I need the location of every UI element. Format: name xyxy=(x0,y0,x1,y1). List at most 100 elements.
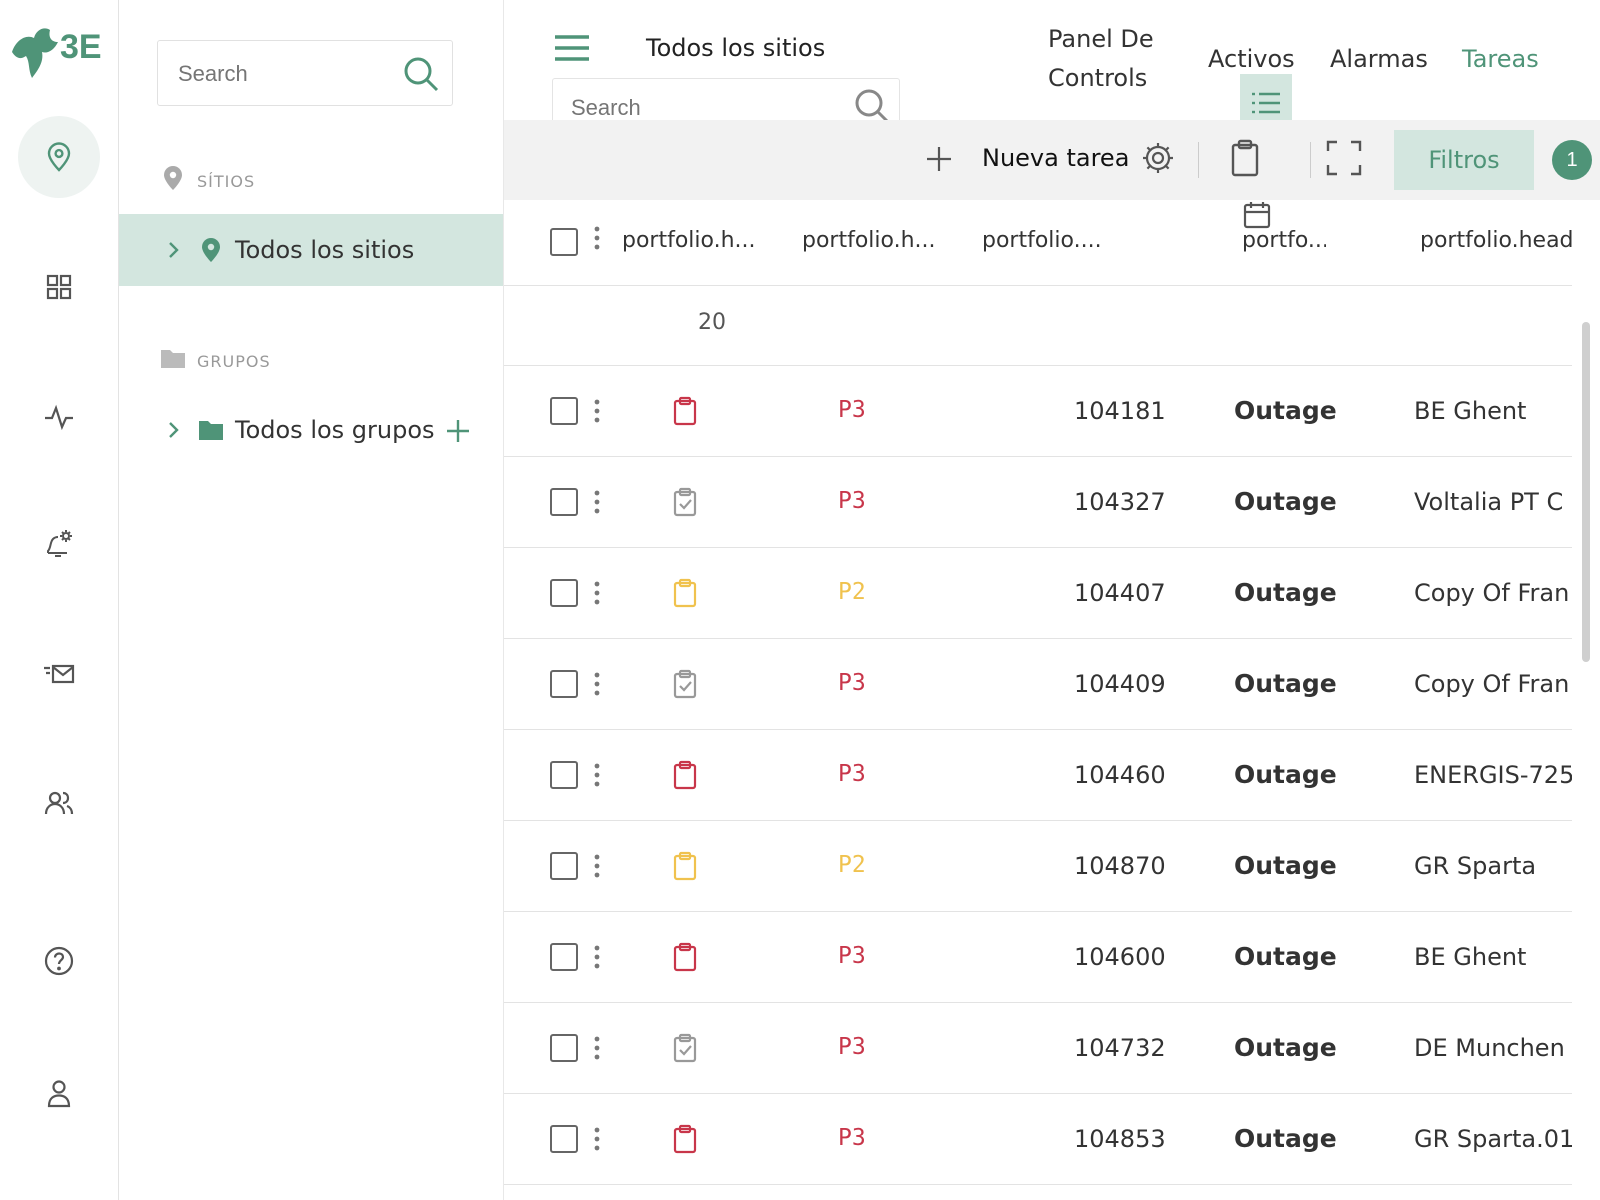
task-id-link[interactable]: 104732 xyxy=(1074,1034,1166,1062)
chevron-right-icon[interactable] xyxy=(163,420,183,440)
tree-search-input[interactable] xyxy=(176,57,400,91)
table-row[interactable]: P2 104870 Outage GR Sparta xyxy=(504,821,1572,912)
mail-icon[interactable] xyxy=(18,632,100,714)
row-checkbox[interactable] xyxy=(550,1034,578,1062)
help-icon[interactable] xyxy=(18,920,100,1002)
site-name-link[interactable]: Voltalia PT C xyxy=(1414,488,1572,516)
row-checkbox[interactable] xyxy=(550,943,578,971)
task-type: Outage xyxy=(1234,578,1337,607)
kebab-menu-icon[interactable] xyxy=(593,226,601,250)
site-name-link[interactable]: GR Sparta.01 xyxy=(1414,1125,1572,1153)
tree-search-box xyxy=(157,40,453,106)
task-id-link[interactable]: 104460 xyxy=(1074,761,1166,789)
kebab-menu-icon[interactable] xyxy=(593,581,601,605)
add-group-icon[interactable] xyxy=(445,418,471,444)
site-name-link[interactable]: BE Ghent xyxy=(1414,943,1572,971)
tree-item-all-sites[interactable]: Todos los sitios xyxy=(119,214,503,286)
column-header[interactable]: portfolio.... xyxy=(982,228,1108,253)
row-checkbox[interactable] xyxy=(550,761,578,789)
column-header[interactable]: portfolio.h... xyxy=(622,228,768,253)
table-row[interactable]: P3 104460 Outage ENERGIS-725 xyxy=(504,730,1572,821)
kebab-menu-icon[interactable] xyxy=(593,1127,601,1151)
row-checkbox[interactable] xyxy=(550,852,578,880)
kebab-menu-icon[interactable] xyxy=(593,1036,601,1060)
priority-label: P2 xyxy=(838,852,866,878)
table-row[interactable]: P3 104600 Outage BE Ghent xyxy=(504,912,1572,1003)
site-name-link[interactable]: DE Munchen xyxy=(1414,1034,1572,1062)
table-row[interactable]: P3 104409 Outage Copy Of Fran xyxy=(504,639,1572,730)
tab-dashboard-label: Controls xyxy=(1048,64,1148,92)
kebab-menu-icon[interactable] xyxy=(593,672,601,696)
tab-dashboard[interactable]: Panel De Controls xyxy=(1048,20,1154,98)
site-name-link[interactable]: Copy Of Fran xyxy=(1414,670,1572,698)
task-type: Outage xyxy=(1234,669,1337,698)
task-id-link[interactable]: 104181 xyxy=(1074,397,1166,425)
row-checkbox[interactable] xyxy=(550,488,578,516)
table-row[interactable]: P3 104853 Outage GR Sparta.01 xyxy=(504,1094,1572,1185)
users-icon[interactable] xyxy=(18,762,100,844)
task-id-link[interactable]: 104327 xyxy=(1074,488,1166,516)
priority-label: P3 xyxy=(838,761,866,787)
search-icon[interactable] xyxy=(402,55,440,93)
task-id-link[interactable]: 104407 xyxy=(1074,579,1166,607)
vertical-scrollbar[interactable] xyxy=(1582,322,1590,662)
menu-icon[interactable] xyxy=(552,30,592,66)
divider xyxy=(1310,142,1311,178)
priority-label: P3 xyxy=(838,943,866,969)
row-checkbox[interactable] xyxy=(550,579,578,607)
tab-alarms[interactable]: Alarmas xyxy=(1330,40,1428,79)
clipboard-icon xyxy=(672,760,698,795)
site-name-link[interactable]: GR Sparta xyxy=(1414,852,1572,880)
table-row[interactable]: P3 104327 Outage Voltalia PT C xyxy=(504,457,1572,548)
task-id-link[interactable]: 104409 xyxy=(1074,670,1166,698)
divider xyxy=(1198,142,1199,178)
breadcrumb[interactable]: Todos los sitios xyxy=(646,34,825,62)
clipboard-icon[interactable] xyxy=(1228,138,1262,178)
row-checkbox[interactable] xyxy=(550,1125,578,1153)
bell-gear-icon[interactable] xyxy=(18,502,100,584)
table-row[interactable]: P3 104181 Outage BE Ghent xyxy=(504,366,1572,457)
kebab-menu-icon[interactable] xyxy=(593,399,601,423)
calendar-icon[interactable] xyxy=(1242,200,1272,230)
row-checkbox[interactable] xyxy=(550,670,578,698)
column-header[interactable]: portfo... xyxy=(1242,228,1326,253)
filters-button[interactable]: Filtros xyxy=(1394,130,1534,190)
task-id-link[interactable]: 104853 xyxy=(1074,1125,1166,1153)
grid-icon[interactable] xyxy=(18,246,100,328)
svg-text:3E: 3E xyxy=(60,28,102,66)
site-name-link[interactable]: BE Ghent xyxy=(1414,397,1572,425)
task-id-link[interactable]: 104870 xyxy=(1074,852,1166,880)
clipboard-check-icon xyxy=(672,669,698,704)
row-checkbox[interactable] xyxy=(550,397,578,425)
location-pin-icon[interactable] xyxy=(18,116,100,198)
gear-icon[interactable] xyxy=(1140,140,1176,176)
kebab-menu-icon[interactable] xyxy=(593,490,601,514)
column-header[interactable]: portfolio.h... xyxy=(802,228,948,253)
clipboard-icon xyxy=(672,942,698,977)
task-type: Outage xyxy=(1234,1033,1337,1062)
kebab-menu-icon[interactable] xyxy=(593,854,601,878)
table-row[interactable]: P2 104407 Outage Copy Of Fran xyxy=(504,548,1572,639)
site-name-link[interactable]: ENERGIS-725 xyxy=(1414,761,1572,789)
plus-icon[interactable] xyxy=(924,144,954,174)
sites-section-label: SÍTIOS xyxy=(197,172,256,191)
location-pin-icon xyxy=(202,238,220,262)
column-header[interactable]: portfolio.head xyxy=(1420,228,1574,253)
tab-tasks[interactable]: Tareas xyxy=(1462,40,1539,79)
table-row[interactable]: P3 104732 Outage DE Munchen xyxy=(504,1003,1572,1094)
chevron-right-icon[interactable] xyxy=(163,240,183,260)
pulse-icon[interactable] xyxy=(18,376,100,458)
select-all-checkbox[interactable] xyxy=(550,228,578,256)
kebab-menu-icon[interactable] xyxy=(593,763,601,787)
expand-icon[interactable] xyxy=(1326,140,1362,176)
user-icon[interactable] xyxy=(18,1052,100,1134)
task-id-link[interactable]: 104600 xyxy=(1074,943,1166,971)
filter-count-badge: 1 xyxy=(1552,140,1592,180)
new-task-button[interactable]: Nueva tarea xyxy=(982,144,1129,172)
kebab-menu-icon[interactable] xyxy=(593,945,601,969)
page-size-value[interactable]: 20 xyxy=(698,310,726,335)
task-type: Outage xyxy=(1234,1124,1337,1153)
site-name-link[interactable]: Copy Of Fran xyxy=(1414,579,1572,607)
tree-item-label: Todos los sitios xyxy=(235,236,415,264)
folder-icon xyxy=(199,421,223,440)
